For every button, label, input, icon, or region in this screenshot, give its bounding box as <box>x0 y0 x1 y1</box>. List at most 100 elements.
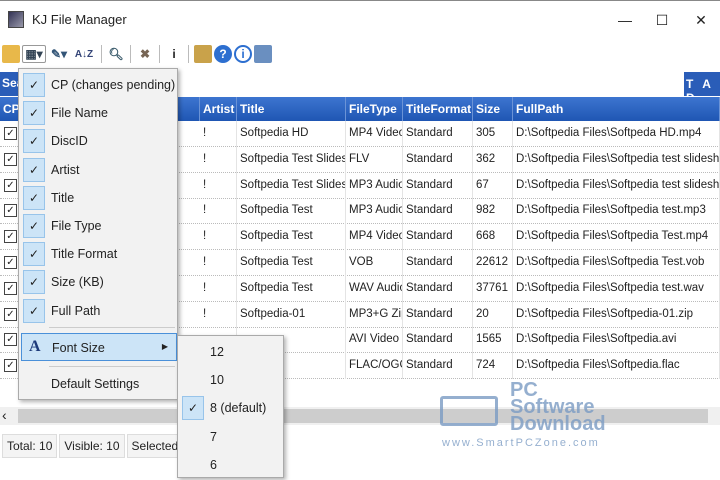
column-header-size[interactable]: Size <box>473 97 513 121</box>
tad-buttons[interactable]: T A D <box>684 72 720 105</box>
cell-filetype: FLAC/OGG <box>346 353 403 380</box>
cell-path: D:\Softpedia Files\Softpedia.flac <box>513 353 720 380</box>
font-size-label: 12 <box>210 345 224 359</box>
help-icon[interactable]: ? <box>214 45 232 63</box>
font-size-label: 6 <box>210 457 217 472</box>
column-header-filetype[interactable]: FileType <box>346 97 403 121</box>
cp-checkbox[interactable]: ✓ <box>4 256 17 269</box>
cell-filetype: MP3 Audio <box>346 198 403 225</box>
check-icon: ✓ <box>182 396 204 421</box>
export-icon[interactable] <box>194 45 212 63</box>
edit-icon[interactable]: ✎▾ <box>48 45 70 63</box>
columns-menu: A Font Size ▶ Default Settings ✓ CP (chan… <box>18 68 178 400</box>
font-size-option[interactable]: 7 <box>180 423 282 451</box>
column-header-title[interactable]: Title <box>237 97 346 121</box>
cell-size: 22612 <box>473 250 513 276</box>
title-bar: KJ File Manager — ☐ ✕ <box>0 0 720 38</box>
cell-path: D:\Softpedia Files\Softpedia test slides… <box>513 172 720 199</box>
submenu-arrow-icon: ▶ <box>161 342 168 351</box>
font-size-option[interactable]: 6 <box>180 451 282 479</box>
cell-format: Standard <box>403 327 473 354</box>
font-size-option[interactable]: 12 <box>180 338 282 366</box>
cp-checkbox[interactable]: ✓ <box>4 178 17 192</box>
menu-item-label: File Type <box>51 219 102 233</box>
about-icon[interactable]: i <box>234 45 252 63</box>
cell-artist: ! <box>200 172 237 199</box>
close-button[interactable]: ✕ <box>686 9 716 31</box>
cell-filetype: MP4 Video <box>346 121 403 147</box>
cell-artist: ! <box>200 275 237 302</box>
lock-user-icon[interactable] <box>254 45 272 63</box>
cp-checkbox[interactable]: ✓ <box>4 230 17 244</box>
cell-filetype: MP4 Video <box>346 224 403 251</box>
menu-item-column[interactable]: ✓ Artist <box>21 156 177 184</box>
cp-checkbox[interactable]: ✓ <box>4 204 17 218</box>
column-header-titleformat[interactable]: TitleFormat <box>403 97 473 121</box>
cell-path: D:\Softpedia Files\Softpeda HD.mp4 <box>513 121 720 147</box>
menu-item-default-settings[interactable]: Default Settings <box>21 370 177 398</box>
menu-item-label: DiscID <box>51 134 88 149</box>
tools-icon[interactable]: ✖ <box>136 45 154 63</box>
cell-title: Softpedia Test Slideshow <box>237 146 346 173</box>
menu-item-font-size[interactable]: A Font Size ▶ <box>21 333 177 361</box>
cell-title: Softpedia Test <box>237 198 346 225</box>
menu-item-column[interactable]: ✓ DiscID <box>21 127 177 155</box>
cell-artist: ! <box>200 224 237 251</box>
menu-item-column[interactable]: ✓ File Type <box>21 212 177 240</box>
scroll-left-arrow[interactable]: ‹ <box>2 407 7 423</box>
cell-format: Standard <box>403 121 473 147</box>
cp-checkbox[interactable]: ✓ <box>4 307 17 321</box>
info-i-icon[interactable]: i <box>165 45 183 63</box>
cell-format: Standard <box>403 275 473 302</box>
cell-size: 67 <box>473 172 513 199</box>
font-size-option[interactable]: 10 <box>180 366 282 394</box>
column-header-artist[interactable]: Artist ∆ <box>200 97 237 121</box>
menu-item-label: File Name <box>51 106 108 121</box>
check-icon: ✓ <box>23 185 45 210</box>
menu-item-column[interactable]: ✓ File Name <box>21 99 177 127</box>
cp-checkbox[interactable]: ✓ <box>4 359 17 373</box>
cell-filetype: FLV <box>346 146 403 173</box>
cell-path: D:\Softpedia Files\Softpedia-01.zip <box>513 301 720 328</box>
sort-icon[interactable]: A↓Z <box>72 45 96 63</box>
cell-title: Softpedia-01 <box>237 301 346 328</box>
maximize-button[interactable]: ☐ <box>647 9 677 31</box>
cell-format: Standard <box>403 224 473 251</box>
cell-title: Softpedia HD <box>237 121 346 147</box>
menu-item-label: Title <box>51 190 75 205</box>
cell-path: D:\Softpedia Files\Softpedia test.mp3 <box>513 198 720 225</box>
menu-item-column[interactable]: ✓ CP (changes pending) <box>21 71 177 99</box>
status-total: Total: 10 <box>2 434 58 458</box>
cell-size: 20 <box>473 301 513 328</box>
search-icon[interactable]: 🔍︎ <box>107 45 125 63</box>
cell-path: D:\Softpedia Files\Softpedia Test.vob <box>513 250 720 276</box>
cp-checkbox[interactable]: ✓ <box>4 333 17 347</box>
cell-filetype: MP3 Audio <box>346 172 403 199</box>
app-icon <box>8 11 24 28</box>
check-icon: ✓ <box>23 129 45 154</box>
cp-checkbox[interactable]: ✓ <box>4 281 17 295</box>
columns-icon[interactable]: ▦▾ <box>22 45 46 63</box>
cp-checkbox[interactable]: ✓ <box>4 152 17 166</box>
cell-artist: ! <box>200 146 237 173</box>
cell-artist: ! <box>200 301 237 328</box>
cp-checkbox[interactable]: ✓ <box>4 127 17 140</box>
font-size-label: 7 <box>210 429 217 444</box>
menu-item-column[interactable]: ✓ Size (KB) <box>21 268 177 296</box>
menu-item-column[interactable]: ✓ Title <box>21 184 177 212</box>
font-size-submenu: 12 10 ✓ 8 (default) 7 6 <box>177 335 284 478</box>
horizontal-scrollbar[interactable]: ‹ <box>0 407 720 425</box>
cell-title: Softpedia Test <box>237 224 346 251</box>
menu-item-column[interactable]: ✓ Title Format <box>21 240 177 268</box>
cell-title: Softpedia Test Slideshow <box>237 172 346 199</box>
cell-size: 982 <box>473 198 513 225</box>
column-header-fullpath[interactable]: FullPath <box>513 97 720 121</box>
cell-path: D:\Softpedia Files\Softpedia test.wav <box>513 275 720 302</box>
cell-artist: ! <box>200 250 237 276</box>
font-size-option[interactable]: ✓ 8 (default) <box>180 394 282 422</box>
menu-item-column[interactable]: ✓ Full Path <box>21 297 177 325</box>
cell-filetype: WAV Audio <box>346 275 403 302</box>
window-title: KJ File Manager <box>32 12 127 27</box>
minimize-button[interactable]: — <box>610 9 640 31</box>
open-folder-icon[interactable] <box>2 45 20 63</box>
